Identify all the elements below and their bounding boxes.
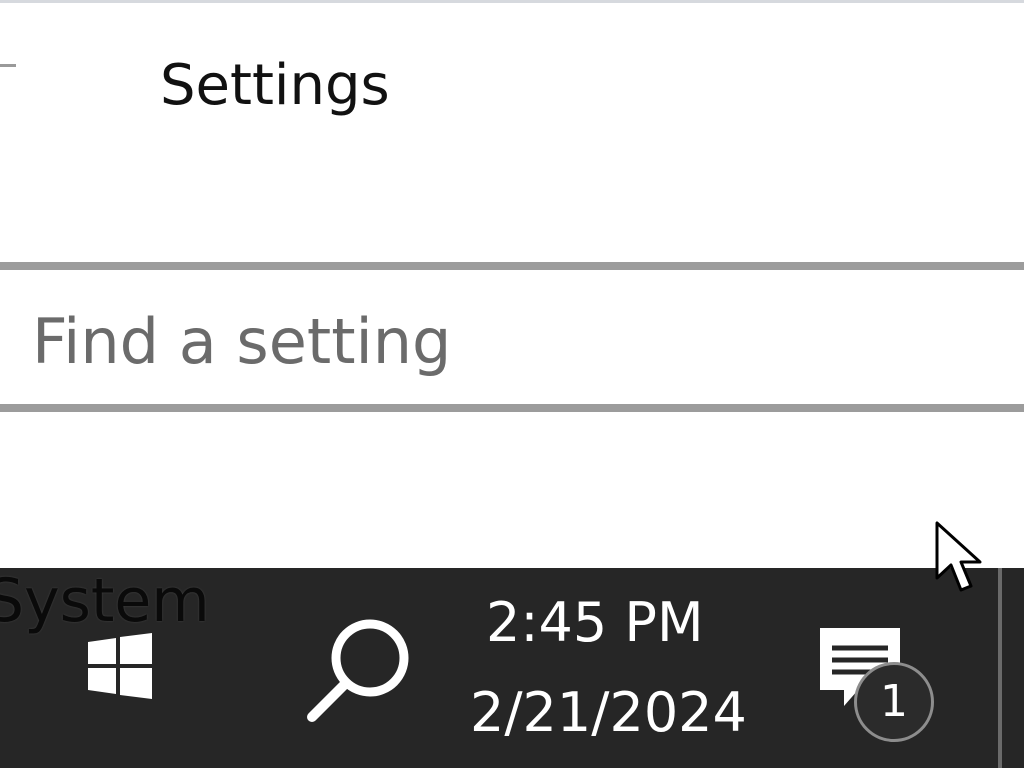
- mouse-pointer-icon: [935, 521, 982, 592]
- taskbar-search-button[interactable]: [300, 610, 420, 730]
- window-top-edge: [0, 0, 1024, 3]
- page-title: Settings: [160, 53, 390, 118]
- notification-count-badge: 1: [854, 662, 934, 742]
- back-button-edge[interactable]: [0, 64, 16, 67]
- clock-time: 2:45 PM: [486, 591, 704, 654]
- system-label-overlay: System: [0, 566, 210, 636]
- taskbar-divider: [998, 568, 1002, 768]
- search-icon: [307, 619, 409, 722]
- search-input[interactable]: [32, 296, 992, 386]
- taskbar-clock[interactable]: 2:45 PM 2/21/2024: [470, 590, 747, 750]
- search-box[interactable]: [0, 262, 1024, 412]
- clock-date: 2/21/2024: [470, 681, 747, 744]
- windows-start-icon: [88, 633, 152, 699]
- start-button[interactable]: [82, 628, 158, 704]
